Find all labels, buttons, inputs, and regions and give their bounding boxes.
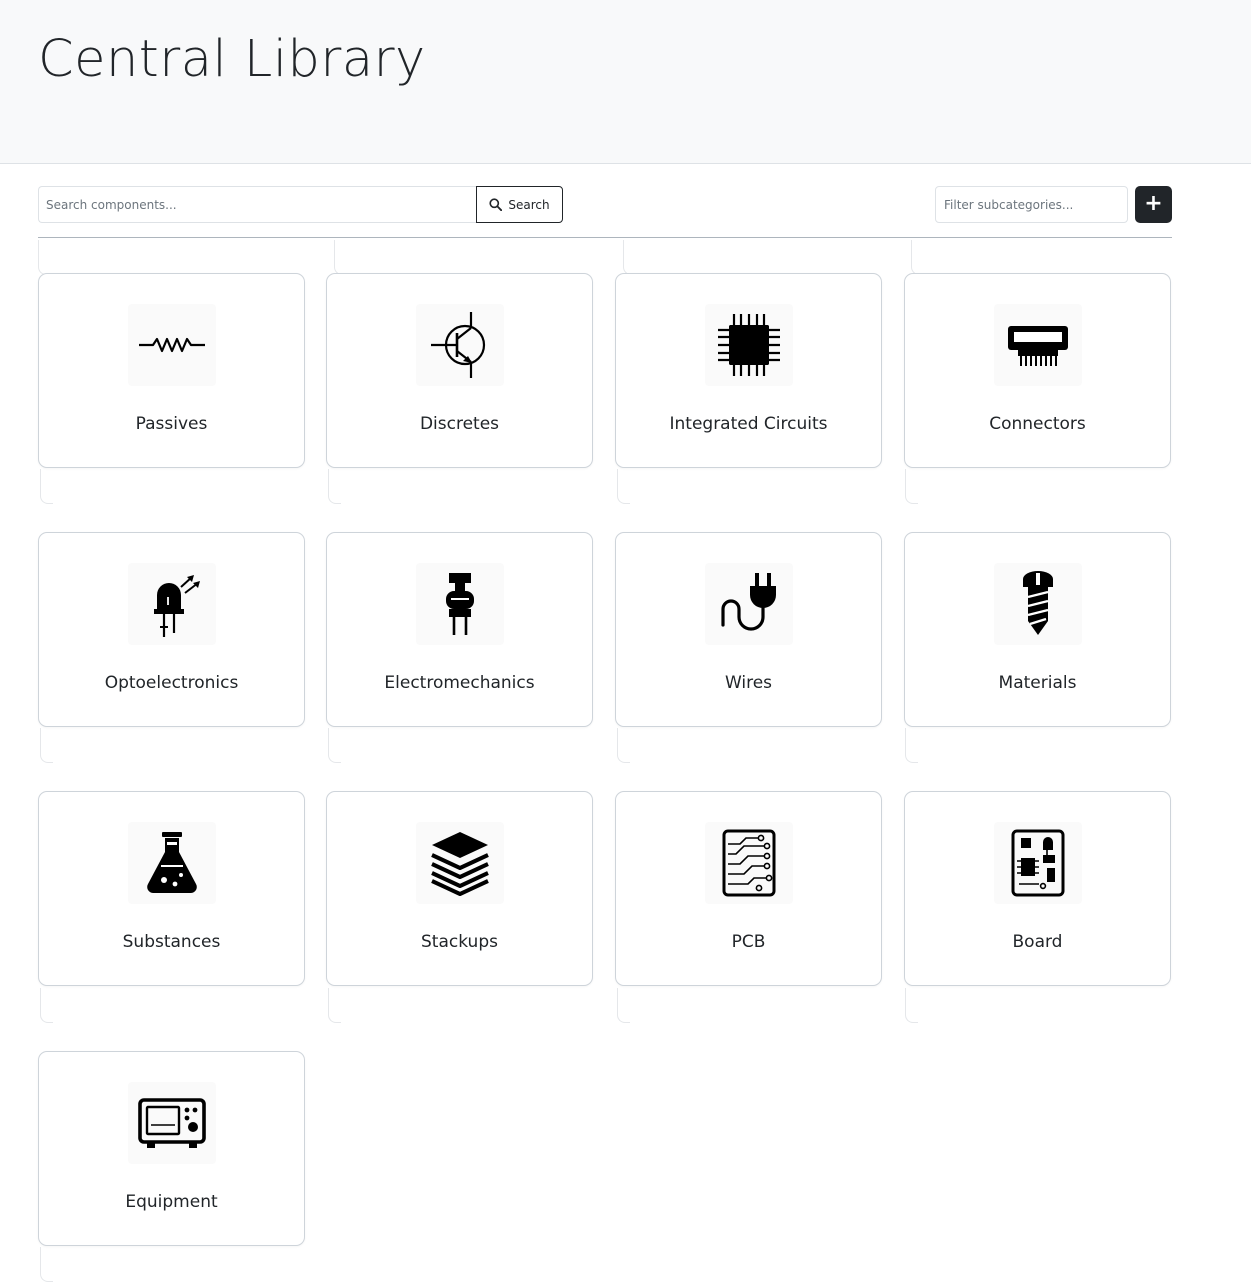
category-card-equipment[interactable]: Equipment (38, 1051, 305, 1246)
category-card-passives[interactable]: Passives (38, 273, 305, 468)
toolbar-divider (38, 237, 1172, 238)
category-card-discretes[interactable]: Discretes (326, 273, 593, 468)
category-card-wires[interactable]: Wires (615, 532, 882, 727)
category-label: Equipment (125, 1192, 218, 1212)
resistor-icon (139, 337, 205, 353)
category-card-stackups[interactable]: Stackups (326, 791, 593, 986)
connector-icon (1008, 326, 1068, 366)
category-label: Materials (998, 673, 1077, 693)
category-label: Connectors (989, 414, 1086, 434)
led-icon (154, 575, 200, 637)
category-label: Discretes (419, 414, 500, 434)
search-input[interactable] (38, 186, 476, 223)
category-card-connectors[interactable]: Connectors (904, 273, 1171, 468)
flask-icon (147, 832, 197, 893)
search-icon (489, 198, 503, 211)
category-label: Integrated Circuits (669, 414, 828, 434)
category-label: PCB (731, 932, 766, 952)
search-button[interactable]: Search (476, 186, 563, 223)
plug-icon (721, 573, 776, 631)
category-card-board[interactable]: Board (904, 791, 1171, 986)
category-card-electromechanics[interactable]: Electromechanics (326, 532, 593, 727)
pcb-icon (722, 829, 776, 897)
category-label: Wires (724, 673, 773, 693)
category-card-materials[interactable]: Materials (904, 532, 1171, 727)
category-card-integrated-circuits[interactable]: Integrated Circuits (615, 273, 882, 468)
category-label: Passives (135, 414, 208, 434)
relay-icon (446, 573, 474, 635)
category-label: Substances (122, 932, 221, 952)
page-header: Central Library (0, 0, 1251, 164)
screw-icon (1023, 571, 1053, 635)
category-card-pcb[interactable]: PCB (615, 791, 882, 986)
chip-icon (718, 314, 780, 376)
page-title: Central Library (38, 30, 426, 89)
oscilloscope-icon (138, 1098, 206, 1148)
plus-icon: + (1144, 190, 1163, 216)
transistor-icon (431, 312, 486, 378)
category-card-substances[interactable]: Substances (38, 791, 305, 986)
add-category-button[interactable]: + (1135, 186, 1172, 223)
category-label: Stackups (421, 932, 498, 952)
layers-icon (431, 832, 489, 896)
toolbar: Search + (38, 186, 1172, 223)
category-label: Optoelectronics (104, 673, 239, 693)
filter-subcategories-input[interactable] (935, 186, 1128, 223)
board-icon (1011, 829, 1065, 897)
category-label: Electromechanics (384, 673, 535, 693)
search-button-label: Search (508, 197, 550, 212)
category-card-optoelectronics[interactable]: Optoelectronics (38, 532, 305, 727)
category-label: Board (1012, 932, 1063, 952)
